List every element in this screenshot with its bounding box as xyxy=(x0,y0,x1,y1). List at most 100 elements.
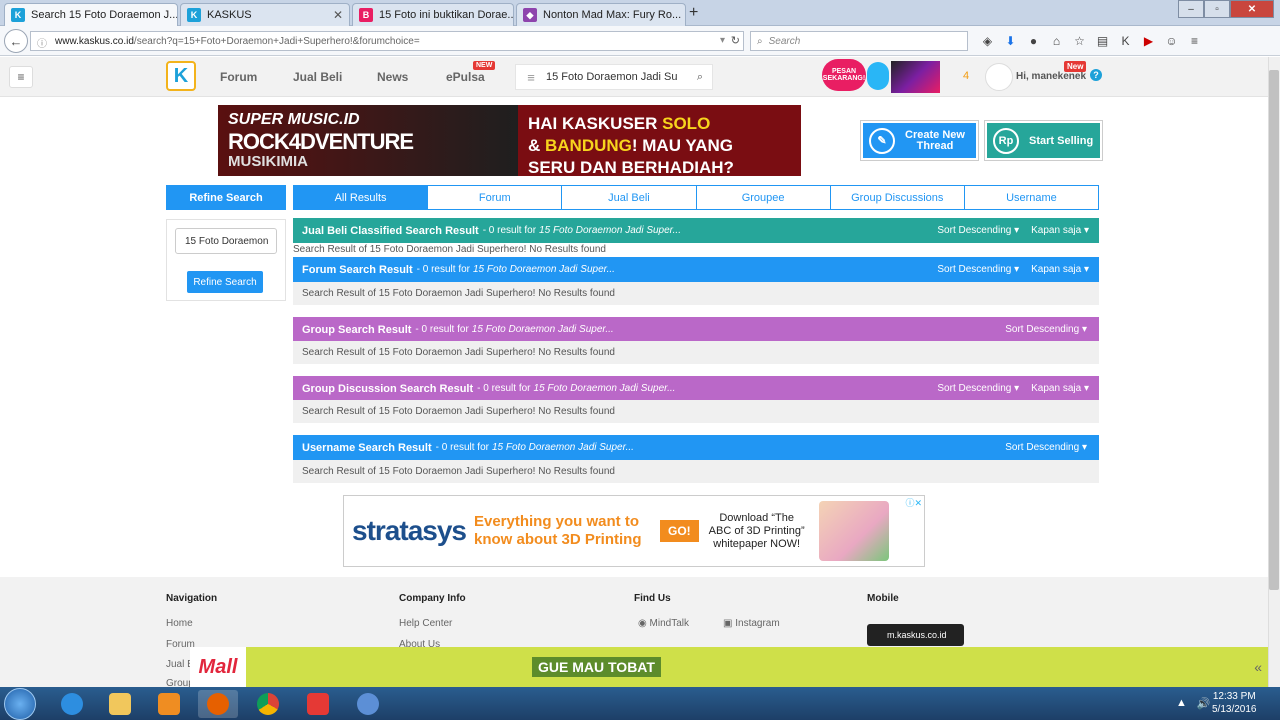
start-selling-button[interactable]: Rp Start Selling xyxy=(984,120,1103,161)
info-icon[interactable]: ⓘ xyxy=(37,35,47,50)
ie-taskbar-button[interactable] xyxy=(52,690,92,718)
section-query: 15 Foto Doraemon Jadi Super... xyxy=(471,324,614,335)
menu-icon[interactable]: ≡ xyxy=(1185,31,1204,50)
ad-choices-icon[interactable]: ⓘ✕ xyxy=(905,496,922,509)
close-tab-icon[interactable]: ✕ xyxy=(681,8,685,22)
maximize-button[interactable]: ▫ xyxy=(1204,0,1230,18)
emoji-icon[interactable]: ☺ xyxy=(1162,31,1181,50)
tab-groupee[interactable]: Groupee xyxy=(695,186,830,209)
windows-taskbar xyxy=(0,687,1280,720)
media-taskbar-button[interactable] xyxy=(149,690,189,718)
section-message: Search Result of 15 Foto Doraemon Jadi S… xyxy=(293,282,1099,305)
minimize-button[interactable]: – xyxy=(1178,0,1204,18)
tab-forum[interactable]: Forum xyxy=(427,186,561,209)
home-icon[interactable]: ⌂ xyxy=(1047,31,1066,50)
notification-count[interactable]: 4 xyxy=(963,70,969,82)
section-query: 15 Foto Doraemon Jadi Super... xyxy=(539,225,681,236)
clock[interactable]: 12:33 PM 5/13/2016 xyxy=(1212,690,1257,716)
nav-epulsa[interactable]: ePulsa xyxy=(446,70,485,84)
footer-link-home[interactable]: Home xyxy=(166,618,193,629)
time-dropdown[interactable]: Kapan saja ▾ xyxy=(1031,264,1089,275)
refine-search-button[interactable]: Refine Search xyxy=(187,271,263,293)
banner-text: & xyxy=(528,136,545,155)
footer-link-help[interactable]: Help Center xyxy=(399,618,452,629)
tab-madmax[interactable]: ◆ Nonton Mad Max: Fury Ro... ✕ xyxy=(516,3,686,26)
create-thread-button[interactable]: ✎ Create New Thread xyxy=(860,120,979,161)
refine-search-input[interactable]: 15 Foto Doraemon xyxy=(175,228,277,254)
banner-text: ! MAU YANG xyxy=(631,136,733,155)
tray-arrow-icon[interactable]: ▲ xyxy=(1176,697,1187,710)
nav-forum[interactable]: Forum xyxy=(220,70,257,84)
time-dropdown[interactable]: Kapan saja ▾ xyxy=(1031,225,1089,236)
chrome-taskbar-button[interactable] xyxy=(248,690,288,718)
app-icon xyxy=(307,693,329,715)
banner-right: HAI KASKUSER SOLO & BANDUNG! MAU YANG SE… xyxy=(518,105,801,176)
tab-doraemon[interactable]: B 15 Foto ini buktikan Dorae... ✕ xyxy=(352,3,514,26)
stratasys-ad[interactable]: stratasys Everything you want to know ab… xyxy=(343,495,925,567)
sort-dropdown[interactable]: Sort Descending ▾ xyxy=(1005,324,1087,335)
mall-logo: Mall xyxy=(190,647,246,687)
explorer-taskbar-button[interactable] xyxy=(100,690,140,718)
sort-label: Sort Descending xyxy=(1005,324,1080,335)
chromium-taskbar-button[interactable] xyxy=(348,690,388,718)
firefox-taskbar-button[interactable] xyxy=(198,690,238,718)
tab-jual-beli[interactable]: Jual Beli xyxy=(561,186,695,209)
chat-icon[interactable]: ● xyxy=(1024,31,1043,50)
tab-username[interactable]: Username xyxy=(963,186,1098,209)
mascot-icon[interactable] xyxy=(867,62,889,90)
sort-dropdown[interactable]: Sort Descending ▾ xyxy=(937,383,1019,394)
avatar[interactable] xyxy=(985,63,1013,91)
close-window-button[interactable]: ✕ xyxy=(1230,0,1274,18)
app-taskbar-button[interactable] xyxy=(298,690,338,718)
sort-dropdown[interactable]: Sort Descending ▾ xyxy=(937,264,1019,275)
collapse-chevron-icon[interactable]: « xyxy=(1254,659,1262,675)
back-button[interactable]: ← xyxy=(4,29,28,53)
mindtalk-label: MindTalk xyxy=(649,618,689,629)
folder-icon xyxy=(109,693,131,715)
tab-kaskus[interactable]: K KASKUS ✕ xyxy=(180,3,350,26)
new-tab-button[interactable]: + xyxy=(689,4,698,22)
bookmark-star-icon[interactable]: ☆ xyxy=(1070,31,1089,50)
mobile-site-button[interactable]: m.kaskus.co.id xyxy=(867,624,964,646)
tab-group-discussions[interactable]: Group Discussions xyxy=(829,186,964,209)
footer-link-mindtalk[interactable]: ◉ MindTalk xyxy=(638,618,689,629)
start-button[interactable] xyxy=(4,688,36,720)
volume-icon[interactable]: 🔊 xyxy=(1197,697,1211,710)
promo-banner-image[interactable] xyxy=(891,61,940,93)
site-search-input[interactable]: ≡ 15 Foto Doraemon Jadi Su ⌕ xyxy=(515,64,713,90)
close-tab-icon[interactable]: ✕ xyxy=(327,8,343,22)
tab-search[interactable]: K Search 15 Foto Doraemon J... ✕ xyxy=(4,3,178,26)
browser-search-input[interactable]: ⌕ Search xyxy=(750,31,968,51)
dropdown-icon[interactable]: ▾ xyxy=(720,35,725,46)
youtube-icon[interactable]: ▶ xyxy=(1139,31,1158,50)
bottom-ad-banner[interactable]: Mall GUE MAU TOBAT « xyxy=(190,647,1268,687)
help-icon[interactable]: ? xyxy=(1090,69,1102,81)
promo-banner[interactable]: SUPER MUSIC.ID ROCK4DVENTURE MUSIKIMIA H… xyxy=(218,105,801,176)
promo-bubble[interactable]: PESAN SEKARANG! xyxy=(822,59,866,91)
hamburger-menu-icon[interactable]: ≡ xyxy=(9,66,33,88)
sort-dropdown[interactable]: Sort Descending ▾ xyxy=(1005,442,1087,453)
kaskus-favicon-icon: K xyxy=(11,8,25,22)
banner-left: SUPER MUSIC.ID ROCK4DVENTURE MUSIKIMIA xyxy=(218,105,518,176)
ad-go-button[interactable]: GO! xyxy=(659,520,699,542)
url-bar[interactable]: ⓘ www.kaskus.co.id/search?q=15+Foto+Dora… xyxy=(30,31,744,51)
time-dropdown[interactable]: Kapan saja ▾ xyxy=(1031,383,1089,394)
reading-list-icon[interactable]: ▤ xyxy=(1093,31,1112,50)
tab-all-results[interactable]: All Results xyxy=(294,186,428,209)
sort-dropdown[interactable]: Sort Descending ▾ xyxy=(937,225,1019,236)
user-greeting[interactable]: Hi, manekenek xyxy=(1016,71,1086,82)
chromium-icon xyxy=(357,693,379,715)
pocket-icon[interactable]: ◈ xyxy=(978,31,997,50)
nav-jual-beli[interactable]: Jual Beli xyxy=(293,70,342,84)
instagram-label: Instagram xyxy=(735,618,780,629)
search-category-icon[interactable]: ≡ xyxy=(516,70,546,85)
scrollbar-thumb[interactable] xyxy=(1269,70,1279,590)
nav-news[interactable]: News xyxy=(377,70,408,84)
footer-link-instagram[interactable]: ▣ Instagram xyxy=(723,618,780,629)
search-icon[interactable]: ⌕ xyxy=(688,71,712,84)
kaskus-logo[interactable]: K xyxy=(166,61,196,91)
ad-message: Everything you want to know about 3D Pri… xyxy=(473,513,642,548)
reload-icon[interactable]: ↻ xyxy=(731,34,740,47)
kaskus-addon-icon[interactable]: K xyxy=(1116,31,1135,50)
download-icon[interactable]: ⬇ xyxy=(1001,31,1020,50)
